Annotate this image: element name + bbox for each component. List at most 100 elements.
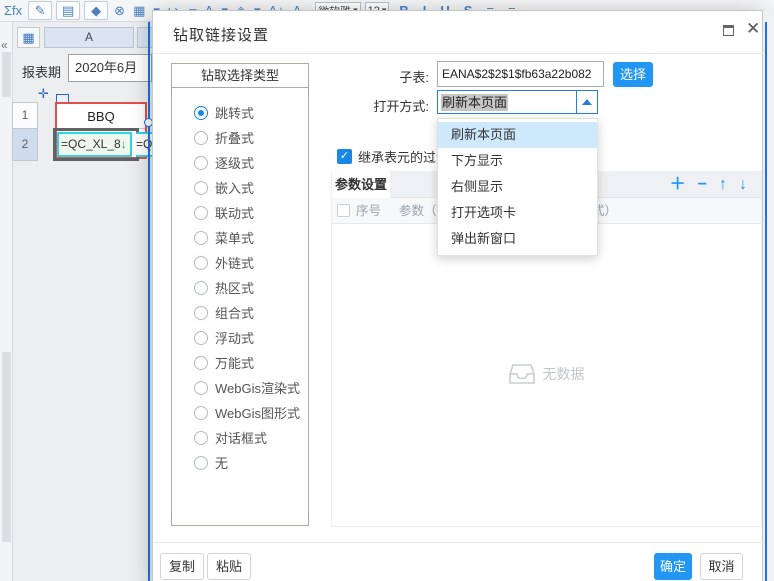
empty-state: 无数据 (332, 364, 761, 384)
parameter-toolbar: ＋ − ↑ ↓ (670, 171, 747, 198)
drill-type-option[interactable]: 菜单式 (172, 225, 308, 250)
collapse-panel-icon[interactable]: « (1, 38, 8, 52)
add-parameter-icon[interactable]: ＋ (670, 177, 686, 193)
cell-formula[interactable]: =QC_XL_8↓ (57, 132, 132, 157)
empty-box-icon (509, 364, 535, 384)
parameter-table-body: 无数据 (332, 224, 761, 526)
drill-type-option[interactable]: 外链式 (172, 250, 308, 275)
drill-type-option-label: 万能式 (215, 353, 254, 372)
selection-line-right (765, 22, 767, 581)
radio-icon[interactable] (194, 256, 208, 270)
radio-icon[interactable] (194, 281, 208, 295)
column-header-a[interactable]: A (44, 27, 134, 48)
drill-type-option[interactable]: WebGis渲染式 (172, 375, 308, 400)
drill-type-option-label: 嵌入式 (215, 178, 254, 197)
drill-type-option-label: 跳转式 (215, 103, 254, 122)
drill-type-option-label: WebGis图形式 (215, 403, 300, 422)
drill-type-option-label: 热区式 (215, 278, 254, 297)
checkbox-checked-icon[interactable]: ✓ (337, 149, 352, 164)
radio-icon[interactable] (194, 231, 208, 245)
radio-icon[interactable] (194, 356, 208, 370)
pen-icon[interactable]: ✎ (28, 1, 52, 20)
tab-parameter-settings[interactable]: 参数设置 (332, 171, 390, 198)
clear-format-icon[interactable]: ⊗ (112, 2, 127, 20)
spreadsheet-background: « ▦ A 报表期 2020年6月 ✛ 1 2 BBQ =QC_XL_8↓ =Q (0, 22, 160, 581)
radio-icon[interactable] (194, 331, 208, 345)
drill-type-option[interactable]: 热区式 (172, 275, 308, 300)
table-icon[interactable]: ▦ (131, 2, 147, 20)
radio-selected-icon[interactable] (194, 106, 208, 120)
remove-parameter-icon[interactable]: − (698, 177, 707, 193)
radio-icon[interactable] (194, 456, 208, 470)
drill-type-option-label: 逐级式 (215, 153, 254, 172)
drill-type-option-label: WebGis渲染式 (215, 378, 300, 397)
drill-type-option[interactable]: 对话框式 (172, 425, 308, 450)
drill-type-option[interactable]: 组合式 (172, 300, 308, 325)
select-subtable-button[interactable]: 选择 (613, 62, 653, 87)
drill-type-panel-header: 钻取选择类型 (172, 64, 308, 88)
drill-type-option[interactable]: 浮动式 (172, 325, 308, 350)
move-up-icon[interactable]: ↑ (719, 177, 727, 193)
maximize-icon[interactable] (723, 25, 734, 36)
drill-type-panel: 钻取选择类型 跳转式折叠式逐级式嵌入式联动式菜单式外链式热区式组合式浮动式万能式… (171, 63, 309, 526)
select-all-checkbox[interactable] (337, 204, 350, 217)
drill-type-option-list: 跳转式折叠式逐级式嵌入式联动式菜单式外链式热区式组合式浮动式万能式 WebGis渲… (172, 100, 308, 475)
drill-type-option-label: 对话框式 (215, 428, 267, 447)
drill-type-option-label: 折叠式 (215, 128, 254, 147)
row-header-1[interactable]: 1 (12, 102, 38, 129)
radio-icon[interactable] (194, 306, 208, 320)
drill-type-option[interactable]: 联动式 (172, 200, 308, 225)
drill-type-option-label: 联动式 (215, 203, 254, 222)
subtable-label: 子表: (339, 67, 429, 86)
radio-icon[interactable] (194, 206, 208, 220)
drill-type-option[interactable]: 逐级式 (172, 150, 308, 175)
drill-type-option-label: 浮动式 (215, 328, 254, 347)
open-mode-option[interactable]: 下方显示 (438, 148, 597, 174)
edit-cell-icon[interactable]: ▤ (56, 1, 80, 20)
formula-icon[interactable]: Σfx (2, 2, 24, 20)
drill-type-option[interactable]: 嵌入式 (172, 175, 308, 200)
radio-icon[interactable] (194, 406, 208, 420)
app-window: Σfx✎▤◆⊗▦▾↦▱A▾◈▾A+A− 微软雅 ▾ 12 ▾ BIUS≡≡ « … (0, 0, 774, 581)
selection-line-left (148, 22, 150, 581)
column-header-index: 序号 (356, 198, 381, 224)
drill-type-option[interactable]: 折叠式 (172, 125, 308, 150)
open-mode-label: 打开方式: (339, 96, 429, 115)
copy-button[interactable]: 复制 (160, 553, 204, 580)
move-handle-icon[interactable]: ✛ (38, 86, 49, 102)
cell-bbq[interactable]: BBQ (57, 104, 145, 129)
drill-link-settings-dialog: 钻取链接设置 ✕ 钻取选择类型 跳转式折叠式逐级式嵌入式联动式菜单式外链式热区式… (152, 10, 763, 581)
close-icon[interactable]: ✕ (746, 18, 760, 40)
cancel-button[interactable]: 取消 (700, 553, 743, 580)
radio-icon[interactable] (194, 181, 208, 195)
open-mode-combobox[interactable]: 刷新本页面 (437, 90, 598, 114)
drill-type-option[interactable]: 万能式 (172, 350, 308, 375)
row-header-2[interactable]: 2 (12, 128, 38, 161)
report-period-input[interactable]: 2020年6月 (68, 54, 152, 82)
dialog-title: 钻取链接设置 (173, 24, 269, 45)
format-brush-icon[interactable]: ◆ (84, 1, 108, 20)
radio-icon[interactable] (194, 131, 208, 145)
paste-button[interactable]: 粘贴 (207, 553, 251, 580)
radio-icon[interactable] (194, 381, 208, 395)
drill-type-option[interactable]: 无 (172, 450, 308, 475)
rail-block (2, 52, 11, 97)
drill-type-option-label: 组合式 (215, 303, 254, 322)
ok-button[interactable]: 确定 (654, 553, 692, 580)
open-mode-option[interactable]: 打开选项卡 (438, 200, 597, 226)
radio-icon[interactable] (194, 431, 208, 445)
drill-type-option-label: 外链式 (215, 253, 254, 272)
report-period-label: 报表期 (22, 62, 61, 81)
open-mode-option[interactable]: 右侧显示 (438, 174, 597, 200)
move-down-icon[interactable]: ↓ (739, 177, 747, 193)
drill-type-option[interactable]: WebGis图形式 (172, 400, 308, 425)
select-all-corner[interactable]: ▦ (17, 27, 40, 48)
open-mode-option[interactable]: 刷新本页面 (438, 122, 597, 148)
drill-type-option[interactable]: 跳转式 (172, 100, 308, 125)
open-mode-option[interactable]: 弹出新窗口 (438, 226, 597, 252)
empty-state-text: 无数据 (543, 366, 585, 382)
footer-separator (153, 542, 764, 543)
radio-icon[interactable] (194, 156, 208, 170)
combo-arrow-up-icon[interactable] (576, 91, 597, 113)
subtable-input[interactable]: EANA$2$2$1$fb63a22b082 (437, 61, 604, 87)
